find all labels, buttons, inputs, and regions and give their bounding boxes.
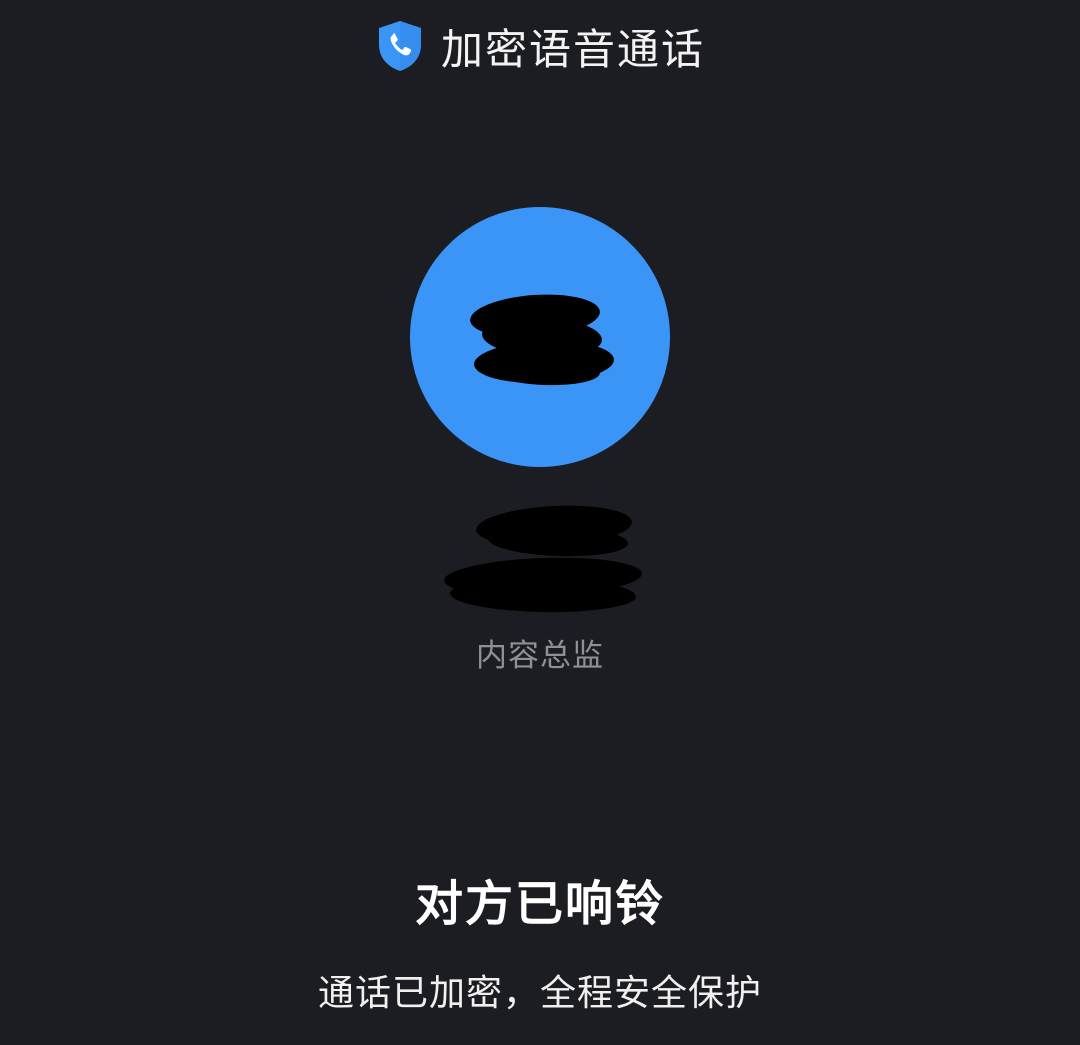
header-title: 加密语音通话 [440, 24, 705, 74]
avatar [410, 207, 670, 467]
call-screen: { "header": { "title": "加密语音通话", "icon":… [0, 0, 1080, 1045]
encryption-note: 通话已加密，全程安全保护 [317, 973, 762, 1014]
call-status: 对方已响铃 [414, 876, 665, 932]
contact-info [0, 500, 1080, 630]
call-header: 加密语音通话 [0, 14, 1080, 78]
shield-phone-icon [378, 21, 421, 71]
contact-job-title: 内容总监 [476, 638, 604, 674]
